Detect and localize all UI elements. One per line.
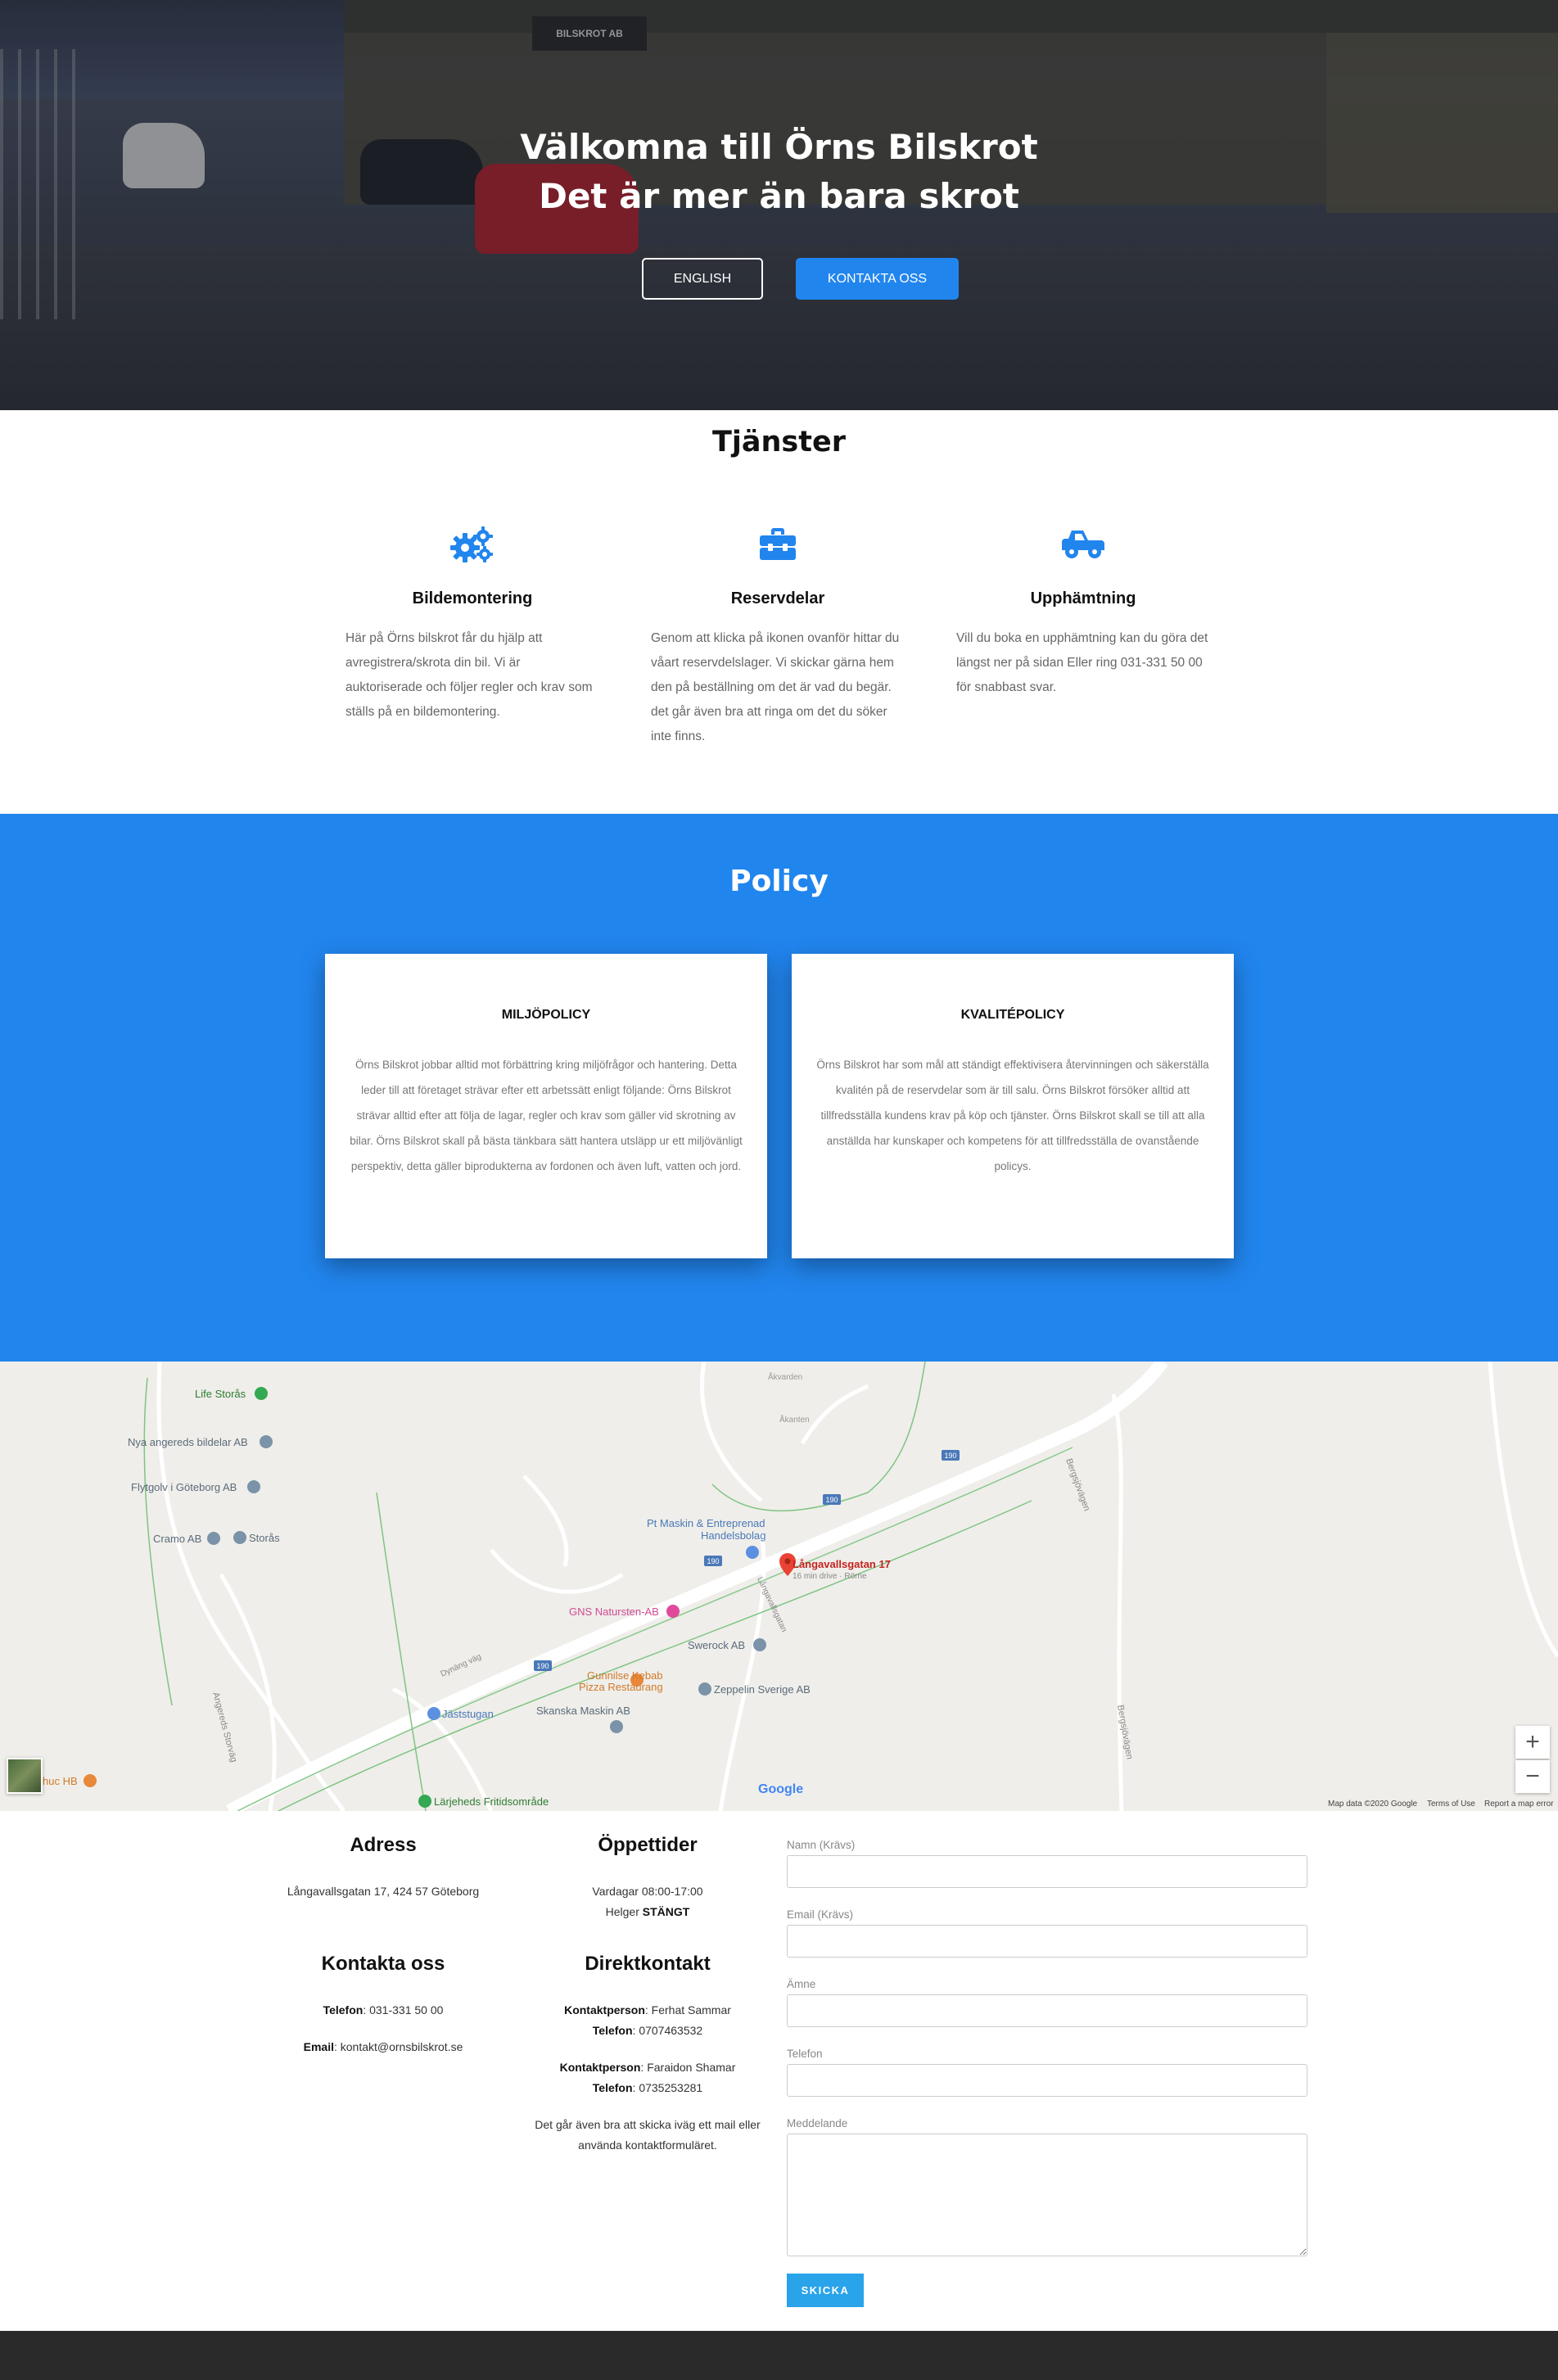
hours-text: Vardagar 08:00-17:00 Helger STÄNGT xyxy=(533,1881,762,1922)
map-road-label: Dynäng väg xyxy=(440,1652,483,1679)
hours-title: Öppettider xyxy=(598,1834,698,1856)
map-label: Swerock AB xyxy=(688,1639,745,1651)
contact-us-button[interactable]: KONTAKTA OSS xyxy=(796,258,959,300)
service-text: Här på Örns bilskrot får du hjälp att av… xyxy=(345,631,593,719)
map-label: Lärjeheds Fritidsområde xyxy=(434,1795,549,1808)
email-field[interactable] xyxy=(787,1925,1307,1958)
direct-contact-person-2: Kontaktperson: Faraidon Shamar Telefon: … xyxy=(559,2061,736,2094)
policy-card-text: Örns Bilskrot har som mål att ständigt e… xyxy=(816,1059,1209,1172)
map-satellite-toggle[interactable] xyxy=(7,1758,43,1794)
route-shield-label: 190 xyxy=(707,1557,719,1565)
map-pin-label: Långavallsgatan 17 xyxy=(793,1558,891,1570)
services-title: Tjänster xyxy=(712,426,846,458)
email-label: Email (Krävs) xyxy=(787,1908,854,1921)
map-label: Pizza Restaurang xyxy=(579,1681,663,1693)
map-road-label: Angereds Storväg xyxy=(210,1691,238,1764)
policy-card-miljo: MILJÖPOLICY Örns Bilskrot jobbar alltid … xyxy=(325,954,767,1258)
map-label: Pt Maskin & Entreprenad xyxy=(647,1517,765,1529)
service-text: Vill du boka en upphämtning kan du göra … xyxy=(956,631,1208,694)
address-title: Adress xyxy=(350,1834,417,1856)
service-reservdelar: Reservdelar Genom att klicka på ikonen o… xyxy=(651,524,905,749)
google-map[interactable]: 190 190 190 190 Life Storås Nya angereds… xyxy=(0,1362,1558,1811)
map-pin-sublabel: 16 min drive · Rörne xyxy=(793,1572,867,1581)
phone-field[interactable] xyxy=(787,2064,1307,2097)
policy-card-text: Örns Bilskrot jobbar alltid mot förbättr… xyxy=(350,1059,743,1172)
service-title: Reservdelar xyxy=(730,589,825,607)
map-data-attribution: Map data ©2020 Google xyxy=(1328,1800,1418,1809)
policy-card-title: KVALITÉPOLICY xyxy=(960,1008,1065,1022)
submit-button[interactable]: SKICKA xyxy=(787,2274,864,2307)
map-label: Zeppelin Sverige AB xyxy=(714,1683,811,1696)
map-label: Flytgolv i Göteborg AB xyxy=(131,1481,237,1493)
address-text: Långavallsgatan 17, 424 57 Göteborg xyxy=(287,1885,480,1898)
service-title: Upphämtning xyxy=(1030,589,1136,607)
gears-icon[interactable] xyxy=(345,524,599,565)
google-logo: Google xyxy=(758,1782,804,1796)
subject-label: Ämne xyxy=(787,1978,816,1990)
english-button[interactable]: ENGLISH xyxy=(642,258,763,300)
hero-subtitle: Det är mer än bara skrot xyxy=(539,176,1019,216)
service-title: Bildemontering xyxy=(412,589,533,607)
direct-contact-title: Direktkontakt xyxy=(585,1953,711,1975)
zoom-in-button[interactable]: + xyxy=(1515,1726,1550,1759)
map-label: GNS Natursten-AB xyxy=(569,1605,659,1618)
name-field[interactable] xyxy=(787,1855,1307,1888)
map-label: Gunnilse Kebab xyxy=(587,1669,663,1682)
route-shield-label: 190 xyxy=(536,1662,549,1670)
route-shield-label: 190 xyxy=(944,1452,956,1460)
map-label: Åkanten xyxy=(779,1414,810,1425)
phone-label: Telefon xyxy=(787,2048,823,2060)
hours-weekday: Vardagar 08:00-17:00 xyxy=(592,1885,703,1898)
hours-weekend: Helger STÄNGT xyxy=(605,1905,690,1918)
service-bildemontering: Bildemontering Här på Örns bilskrot får … xyxy=(345,524,599,725)
policy-section: Policy MILJÖPOLICY Örns Bilskrot jobbar … xyxy=(0,814,1558,1362)
map-label: Handelsbolag xyxy=(701,1529,766,1542)
toolbox-icon[interactable] xyxy=(651,524,905,565)
service-text: Genom att klicka på ikonen ovanför hitta… xyxy=(651,631,900,743)
direct-contact-person-1: Kontaktperson: Ferhat Sammar Telefon: 07… xyxy=(564,2003,731,2037)
map-label: Jäststugan xyxy=(442,1708,494,1720)
subject-field[interactable] xyxy=(787,1994,1307,2027)
route-shield-label: 190 xyxy=(825,1496,838,1504)
map-label: Skanska Maskin AB xyxy=(536,1705,630,1717)
hero-section: BILSKROT AB Välkomna till Örns Bilskrot … xyxy=(0,0,1558,410)
message-label: Meddelande xyxy=(787,2117,848,2129)
map-label: huc HB xyxy=(43,1775,78,1787)
footer xyxy=(0,2331,1558,2380)
policy-card-kvalite: KVALITÉPOLICY Örns Bilskrot har som mål … xyxy=(792,954,1234,1258)
zoom-out-button[interactable]: − xyxy=(1515,1760,1550,1793)
hero-title: Välkomna till Örns Bilskrot xyxy=(520,127,1038,167)
contact-phone: Telefon: 031-331 50 00 xyxy=(323,2003,444,2016)
policy-title: Policy xyxy=(729,865,829,898)
contact-us-title: Kontakta oss xyxy=(321,1953,445,1975)
contact-email[interactable]: Email: kontakt@ornsbilskrot.se xyxy=(260,2037,506,2057)
map-road-label: Bergsjövägen xyxy=(1064,1457,1091,1512)
map-label: Åkvarden xyxy=(768,1371,802,1382)
message-field[interactable] xyxy=(787,2134,1307,2256)
direct-contact-note: Det går även bra att skicka iväg ett mai… xyxy=(535,2118,761,2152)
name-label: Namn (Krävs) xyxy=(787,1839,856,1851)
map-label: Nya angereds bildelar AB xyxy=(128,1436,248,1448)
policy-card-title: MILJÖPOLICY xyxy=(501,1008,591,1022)
map-report-link[interactable]: Report a map error xyxy=(1484,1800,1553,1809)
service-upphamtning: Upphämtning Vill du boka en upphämtning … xyxy=(956,524,1210,700)
map-terms-link[interactable]: Terms of Use xyxy=(1427,1800,1475,1809)
map-label: Life Storås xyxy=(195,1388,246,1400)
truck-icon[interactable] xyxy=(956,524,1210,565)
map-label: Cramo AB xyxy=(153,1533,201,1545)
map-label: Storås xyxy=(249,1532,280,1544)
